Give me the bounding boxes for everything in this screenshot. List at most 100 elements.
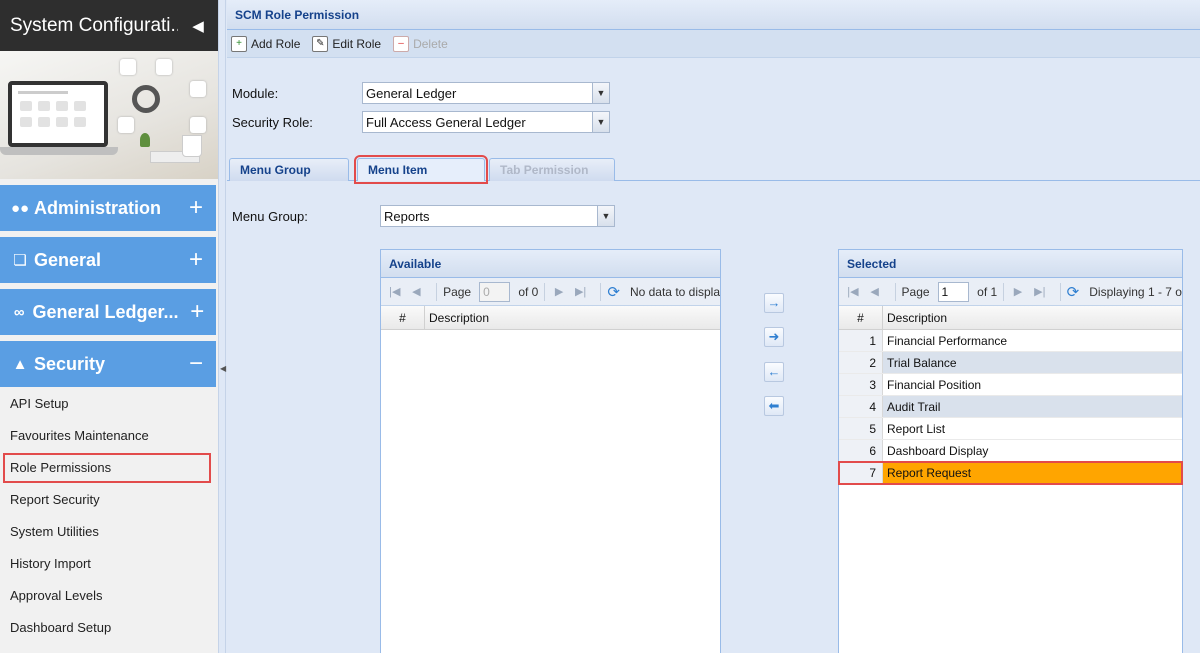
menu-group-select[interactable]: Reports ▼ [380, 205, 615, 227]
expand-icon[interactable]: + [179, 298, 216, 326]
security-role-label: Security Role: [232, 114, 313, 130]
row-number: 3 [839, 374, 883, 395]
security-role-select[interactable]: Full Access General Ledger ▼ [362, 111, 610, 133]
security-role-row: Security Role: Full Access General Ledge… [232, 111, 610, 133]
sidebar-item-system-utilities[interactable]: System Utilities [0, 516, 216, 548]
edit-icon: ✎ [312, 35, 329, 52]
move-left-button[interactable]: ← [764, 362, 784, 382]
row-description: Financial Performance [887, 334, 1008, 348]
table-row[interactable]: 4 Audit Trail [839, 396, 1182, 418]
delete-button[interactable]: – Delete [393, 35, 448, 52]
collapse-sidebar-icon[interactable]: ◀ [178, 17, 218, 35]
move-all-right-button[interactable]: ➜ [764, 327, 784, 347]
table-row[interactable]: 6 Dashboard Display [839, 440, 1182, 462]
security-role-value: Full Access General Ledger [366, 114, 526, 130]
refresh-icon[interactable]: ⟳ [607, 283, 620, 301]
sidebar-item-dashboard-setup[interactable]: Dashboard Setup [0, 612, 216, 644]
panel-title: SCM Role Permission [227, 0, 1200, 30]
page-label: Page [443, 284, 472, 299]
add-role-button[interactable]: + Add Role [231, 35, 301, 52]
expand-icon[interactable]: + [176, 194, 216, 222]
selected-grid-header: # Description [839, 306, 1182, 330]
laptop-illustration [8, 81, 108, 147]
pager-status: Displaying 1 - 7 o [1089, 284, 1182, 299]
sidebar-section-general-ledger[interactable]: ∞ General Ledger... + [0, 289, 216, 335]
available-grid-header: # Description [381, 306, 720, 330]
lock-icon: ▲ [12, 355, 28, 373]
next-page-icon[interactable]: ▶ [1010, 285, 1026, 298]
row-description: Dashboard Display [887, 444, 989, 458]
page-number-input[interactable]: 0 [479, 281, 511, 302]
chevron-down-icon[interactable]: ▼ [597, 206, 614, 226]
sidebar-item-favourites-maintenance[interactable]: Favourites Maintenance [0, 420, 216, 452]
table-row[interactable]: 2 Trial Balance [839, 352, 1182, 374]
pager-separator [436, 282, 438, 301]
plant-illustration [140, 133, 150, 147]
expand-icon[interactable]: + [176, 246, 216, 274]
prev-page-icon[interactable]: ◀ [409, 285, 425, 298]
row-description: Trial Balance [883, 352, 1182, 373]
row-number: 7 [839, 462, 883, 483]
available-grid: Available |◀ ◀ Page 0 of 0 ▶ ▶| ⟳ No dat… [380, 249, 721, 653]
first-page-icon[interactable]: |◀ [845, 285, 861, 298]
edit-role-button[interactable]: ✎ Edit Role [312, 35, 382, 52]
move-all-left-button[interactable]: ⬅ [764, 396, 784, 416]
page-label: Page [901, 284, 930, 299]
column-header-number[interactable]: # [381, 306, 425, 329]
chevron-down-icon[interactable]: ▼ [592, 83, 609, 103]
sidebar-splitter[interactable]: ◀ [218, 0, 226, 653]
splitter-arrow-icon[interactable]: ◀ [220, 364, 226, 373]
column-header-number[interactable]: # [839, 306, 883, 329]
tab-menu-item[interactable]: Menu Item [354, 155, 488, 184]
collapse-icon[interactable]: − [176, 350, 216, 378]
chevron-down-icon[interactable]: ▼ [592, 112, 609, 132]
delete-icon: – [393, 35, 410, 52]
add-role-label: Add Role [251, 36, 301, 51]
column-header-description[interactable]: Description [425, 306, 720, 329]
sidebar-item-approval-levels[interactable]: Approval Levels [0, 580, 216, 612]
sidebar-section-security[interactable]: ▲ Security − [0, 341, 216, 387]
pager-status: No data to displa [629, 284, 720, 299]
page-number-input[interactable]: 1 [937, 281, 970, 302]
move-right-button[interactable]: → [764, 293, 784, 313]
floating-icon [156, 59, 172, 75]
sidebar-title: System Configurati... [10, 14, 178, 36]
sidebar-section-general[interactable]: ❏ General + [0, 237, 216, 283]
column-header-description[interactable]: Description [883, 306, 1182, 329]
delete-label: Delete [413, 36, 448, 51]
sidebar-item-report-security[interactable]: Report Security [0, 484, 216, 516]
section-label: Security [34, 353, 106, 374]
refresh-icon[interactable]: ⟳ [1067, 283, 1080, 301]
last-page-icon[interactable]: ▶| [1032, 285, 1048, 298]
selected-grid: Selected |◀ ◀ Page 1 of 1 ▶ ▶| ⟳ Display… [838, 249, 1183, 653]
sidebar-item-history-import[interactable]: History Import [0, 548, 216, 580]
last-page-icon[interactable]: ▶| [573, 285, 589, 298]
module-label: Module: [232, 85, 279, 101]
module-select[interactable]: General Ledger ▼ [362, 82, 610, 104]
floating-icon [190, 81, 206, 97]
table-row[interactable]: 5 Report List [839, 418, 1182, 440]
pager-separator [600, 282, 602, 301]
table-row[interactable]: 1 Financial Performance [839, 330, 1182, 352]
next-page-icon[interactable]: ▶ [551, 285, 567, 298]
first-page-icon[interactable]: |◀ [387, 285, 403, 298]
available-pager: |◀ ◀ Page 0 of 0 ▶ ▶| ⟳ No data to displ… [381, 278, 720, 306]
sidebar-section-administration[interactable]: ●● Administration + [0, 185, 216, 231]
floating-icon [120, 59, 136, 75]
table-row-selected[interactable]: 7 Report Request [838, 461, 1183, 485]
row-number: 2 [839, 352, 883, 373]
page-count-label: of 1 [977, 284, 998, 299]
section-label: General Ledger... [32, 301, 179, 322]
security-menu: API Setup Favourites Maintenance Role Pe… [0, 388, 216, 644]
sidebar-item-role-permissions[interactable]: Role Permissions [2, 452, 212, 484]
floating-icon [190, 117, 206, 133]
table-row[interactable]: 3 Financial Position [839, 374, 1182, 396]
tab-menu-group[interactable]: Menu Group [229, 158, 349, 181]
prev-page-icon[interactable]: ◀ [867, 285, 883, 298]
add-icon: + [231, 35, 247, 52]
tab-tab-permission[interactable]: Tab Permission [489, 158, 615, 181]
edit-role-label: Edit Role [332, 36, 382, 51]
sidebar-item-api-setup[interactable]: API Setup [0, 388, 216, 420]
row-description: Report List [887, 422, 946, 436]
laptop-base-illustration [0, 147, 118, 155]
